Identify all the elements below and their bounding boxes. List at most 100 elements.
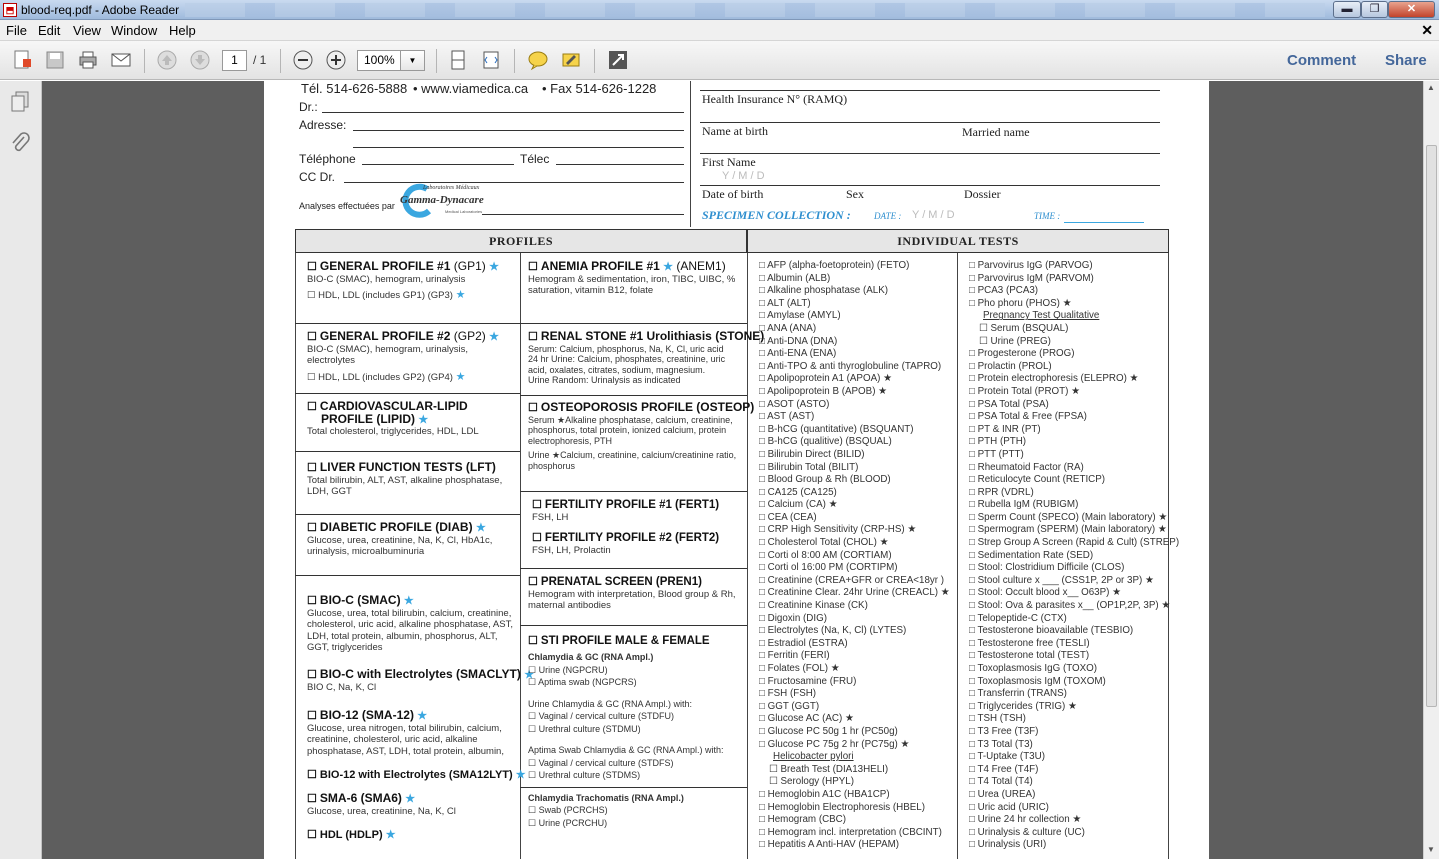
gp3-option[interactable]: ☐ HDL, LDL (includes GP1) (GP3)	[307, 290, 453, 301]
test-item[interactable]: □ Anti-DNA (DNA)	[759, 336, 955, 349]
test-item[interactable]: □ Creatinine Clear. 24hr Urine (CREACL) …	[759, 587, 955, 600]
close-button[interactable]: ✕	[1388, 1, 1435, 18]
test-item[interactable]: ☐ Breath Test (DIA13HELI)	[759, 764, 955, 777]
test-item[interactable]: □ Transferrin (TRANS)	[969, 688, 1167, 701]
test-item[interactable]: □ Ferritin (FERI)	[759, 650, 955, 663]
menu-file[interactable]: File	[6, 23, 27, 38]
zoom-in-icon[interactable]	[324, 49, 348, 71]
test-item[interactable]: □ Spermogram (SPERM) (Main laboratory) ★	[969, 524, 1167, 537]
bio-c-electrolytes[interactable]: BIO-C with Electrolytes (SMACLYT) ★ BIO …	[307, 668, 534, 693]
test-item[interactable]: □ Apolipoprotein B (APOB) ★	[759, 386, 955, 399]
scroll-down-icon[interactable]: ▼	[1427, 845, 1435, 854]
test-item[interactable]: □ Testosterone total (TEST)	[969, 650, 1167, 663]
menu-edit[interactable]: Edit	[38, 23, 60, 38]
attachments-panel-icon[interactable]	[8, 131, 32, 155]
test-item[interactable]: □ Stool: Clostridium Difficile (CLOS)	[969, 562, 1167, 575]
test-item[interactable]: □ Hemogram (CBC)	[759, 814, 955, 827]
test-item[interactable]: □ Sperm Count (SPECO) (Main laboratory) …	[969, 512, 1167, 525]
test-item[interactable]: □ PTH (PTH)	[969, 436, 1167, 449]
next-page-icon[interactable]	[188, 49, 212, 71]
test-item[interactable]: □ Testosterone free (TESLI)	[969, 638, 1167, 651]
test-item[interactable]: □ Corti ol 16:00 PM (CORTIPM)	[759, 562, 955, 575]
test-item[interactable]: □ Reticulocyte Count (RETICP)	[969, 474, 1167, 487]
test-item[interactable]: □ Urine 24 hr collection ★	[969, 814, 1167, 827]
zoom-out-icon[interactable]	[291, 49, 315, 71]
test-item[interactable]: □ Apolipoprotein A1 (APOA) ★	[759, 373, 955, 386]
test-item[interactable]: □ TSH (TSH)	[969, 713, 1167, 726]
test-item[interactable]: Pregnancy Test Qualitative	[969, 310, 1167, 323]
minimize-button[interactable]: ▬	[1333, 1, 1361, 18]
bio-12[interactable]: BIO-12 (SMA-12) ★ Glucose, urea nitrogen…	[307, 709, 517, 757]
save-icon[interactable]	[43, 49, 67, 71]
test-item[interactable]: ☐ Serology (HPYL)	[759, 776, 955, 789]
scroll-up-icon[interactable]: ▲	[1427, 83, 1435, 92]
test-item[interactable]: □ Stool: Ova & parasites x__ (OP1P,2P, 3…	[969, 600, 1170, 613]
test-item[interactable]: □ Creatinine Kinase (CK)	[759, 600, 955, 613]
test-item[interactable]: □ Digoxin (DIG)	[759, 613, 955, 626]
test-item[interactable]: □ Estradiol (ESTRA)	[759, 638, 955, 651]
test-item[interactable]: □ T4 Free (T4F)	[969, 764, 1167, 777]
test-item[interactable]: □ Amylase (AMYL)	[759, 310, 955, 323]
test-item[interactable]: □ Urea (UREA)	[969, 789, 1167, 802]
test-item[interactable]: □ Uric acid (URIC)	[969, 802, 1167, 815]
bio-c-smac[interactable]: BIO-C (SMAC) ★ Glucose, urea, total bili…	[307, 594, 517, 654]
maximize-button[interactable]: ❐	[1361, 1, 1388, 18]
test-item[interactable]: □ RPR (VDRL)	[969, 487, 1167, 500]
sti-urine-option[interactable]: ☐ Urine (NGPCRU)	[528, 664, 742, 677]
test-item[interactable]: □ Calcium (CA) ★	[759, 499, 955, 512]
sti-aptima-option[interactable]: ☐ Aptima swab (NGPCRS)	[528, 676, 742, 689]
test-item[interactable]: □ Urinalysis & culture (UC)	[969, 827, 1167, 840]
test-item[interactable]: □ CRP High Sensitivity (CRP-HS) ★	[759, 524, 955, 537]
liver-function-tests[interactable]: LIVER FUNCTION TESTS (LFT) Total bilirub…	[307, 461, 517, 498]
sma-6[interactable]: SMA-6 (SMA6) ★ Glucose, urea, creatinine…	[307, 792, 517, 817]
anemia-profile-1[interactable]: ANEMIA PROFILE #1 ★ (ANEM1) Hemogram & s…	[528, 260, 742, 297]
zoom-dropdown-icon[interactable]: ▼	[401, 50, 425, 71]
test-item[interactable]: □ Toxoplasmosis IgG (TOXO)	[969, 663, 1167, 676]
test-item[interactable]: □ T3 Total (T3)	[969, 739, 1167, 752]
test-item[interactable]: □ CEA (CEA)	[759, 512, 955, 525]
test-item[interactable]: □ Anti-TPO & anti thyroglobuline (TAPRO)	[759, 361, 955, 374]
test-item[interactable]: □ Hemogram incl. interpretation (CBCINT)	[759, 827, 955, 840]
renal-stone-1[interactable]: RENAL STONE #1 Urolithiasis (STONE) Seru…	[528, 330, 764, 386]
test-item[interactable]: □ Electrolytes (Na, K, Cl) (LYTES)	[759, 625, 955, 638]
create-pdf-icon[interactable]	[10, 49, 34, 71]
test-item[interactable]: □ Protein Total (PROT) ★	[969, 386, 1167, 399]
test-item[interactable]: □ Anti-ENA (ENA)	[759, 348, 955, 361]
test-item[interactable]: □ Fructosamine (FRU)	[759, 676, 955, 689]
prenatal-screen[interactable]: PRENATAL SCREEN (PREN1) Hemogram with in…	[528, 576, 742, 612]
test-item[interactable]: □ PTT (PTT)	[969, 449, 1167, 462]
gp4-option[interactable]: ☐ HDL, LDL (includes GP2) (GP4)	[307, 372, 453, 383]
diabetic-profile[interactable]: DIABETIC PROFILE (DIAB) ★ Glucose, urea,…	[307, 521, 517, 558]
test-item[interactable]: □ B-hCG (quantitative) (BSQUANT)	[759, 424, 955, 437]
fit-width-icon[interactable]	[479, 49, 503, 71]
fertility-profile-2[interactable]: FERTILITY PROFILE #2 (FERT2) FSH, LH, Pr…	[532, 532, 742, 556]
test-item[interactable]: □ Triglycerides (TRIG) ★	[969, 701, 1167, 714]
general-profile-1[interactable]: GENERAL PROFILE #1 (GP1) ★ BIO-C (SMAC),…	[307, 260, 517, 302]
test-item[interactable]: □ Hemoglobin A1C (HBA1CP)	[759, 789, 955, 802]
test-item[interactable]: Helicobacter pylori	[759, 751, 955, 764]
test-item[interactable]: □ Alkaline phosphatase (ALK)	[759, 285, 955, 298]
document-viewer[interactable]: Tél. 514-626-5888 • www.viamedica.ca • F…	[42, 81, 1423, 859]
test-item[interactable]: □ Strep Group A Screen (Rapid & Cult) (S…	[969, 537, 1179, 550]
test-item[interactable]: □ Glucose PC 50g 1 hr (PC50g)	[759, 726, 955, 739]
test-item[interactable]: □ Parvovirus IgG (PARVOG)	[969, 260, 1167, 273]
sticky-note-icon[interactable]	[526, 49, 550, 71]
close-document-icon[interactable]: ✕	[1421, 22, 1433, 39]
general-profile-2[interactable]: GENERAL PROFILE #2 (GP2) ★ BIO-C (SMAC),…	[307, 330, 517, 383]
test-item[interactable]: □ Albumin (ALB)	[759, 273, 955, 286]
fertility-profile-1[interactable]: FERTILITY PROFILE #1 (FERT1) FSH, LH	[532, 499, 742, 523]
scrollbar-thumb[interactable]	[1426, 145, 1437, 707]
test-item[interactable]: □ FSH (FSH)	[759, 688, 955, 701]
previous-page-icon[interactable]	[155, 49, 179, 71]
pages-panel-icon[interactable]	[8, 89, 32, 113]
test-item[interactable]: □ B-hCG (qualitive) (BSQUAL)	[759, 436, 955, 449]
test-item[interactable]: □ Progesterone (PROG)	[969, 348, 1167, 361]
sti-stdfs-option[interactable]: ☐ Vaginal / cervical culture (STDFS)	[528, 757, 742, 770]
test-item[interactable]: ☐ Urine (PREG)	[969, 336, 1167, 349]
test-item[interactable]: □ Glucose AC (AC) ★	[759, 713, 955, 726]
test-item[interactable]: □ CA125 (CA125)	[759, 487, 955, 500]
test-item[interactable]: □ Stool: Occult blood x__ O63P) ★	[969, 587, 1167, 600]
test-item[interactable]: □ AST (AST)	[759, 411, 955, 424]
test-item[interactable]: □ Pho phoru (PHOS) ★	[969, 298, 1167, 311]
full-screen-icon[interactable]	[606, 49, 630, 71]
